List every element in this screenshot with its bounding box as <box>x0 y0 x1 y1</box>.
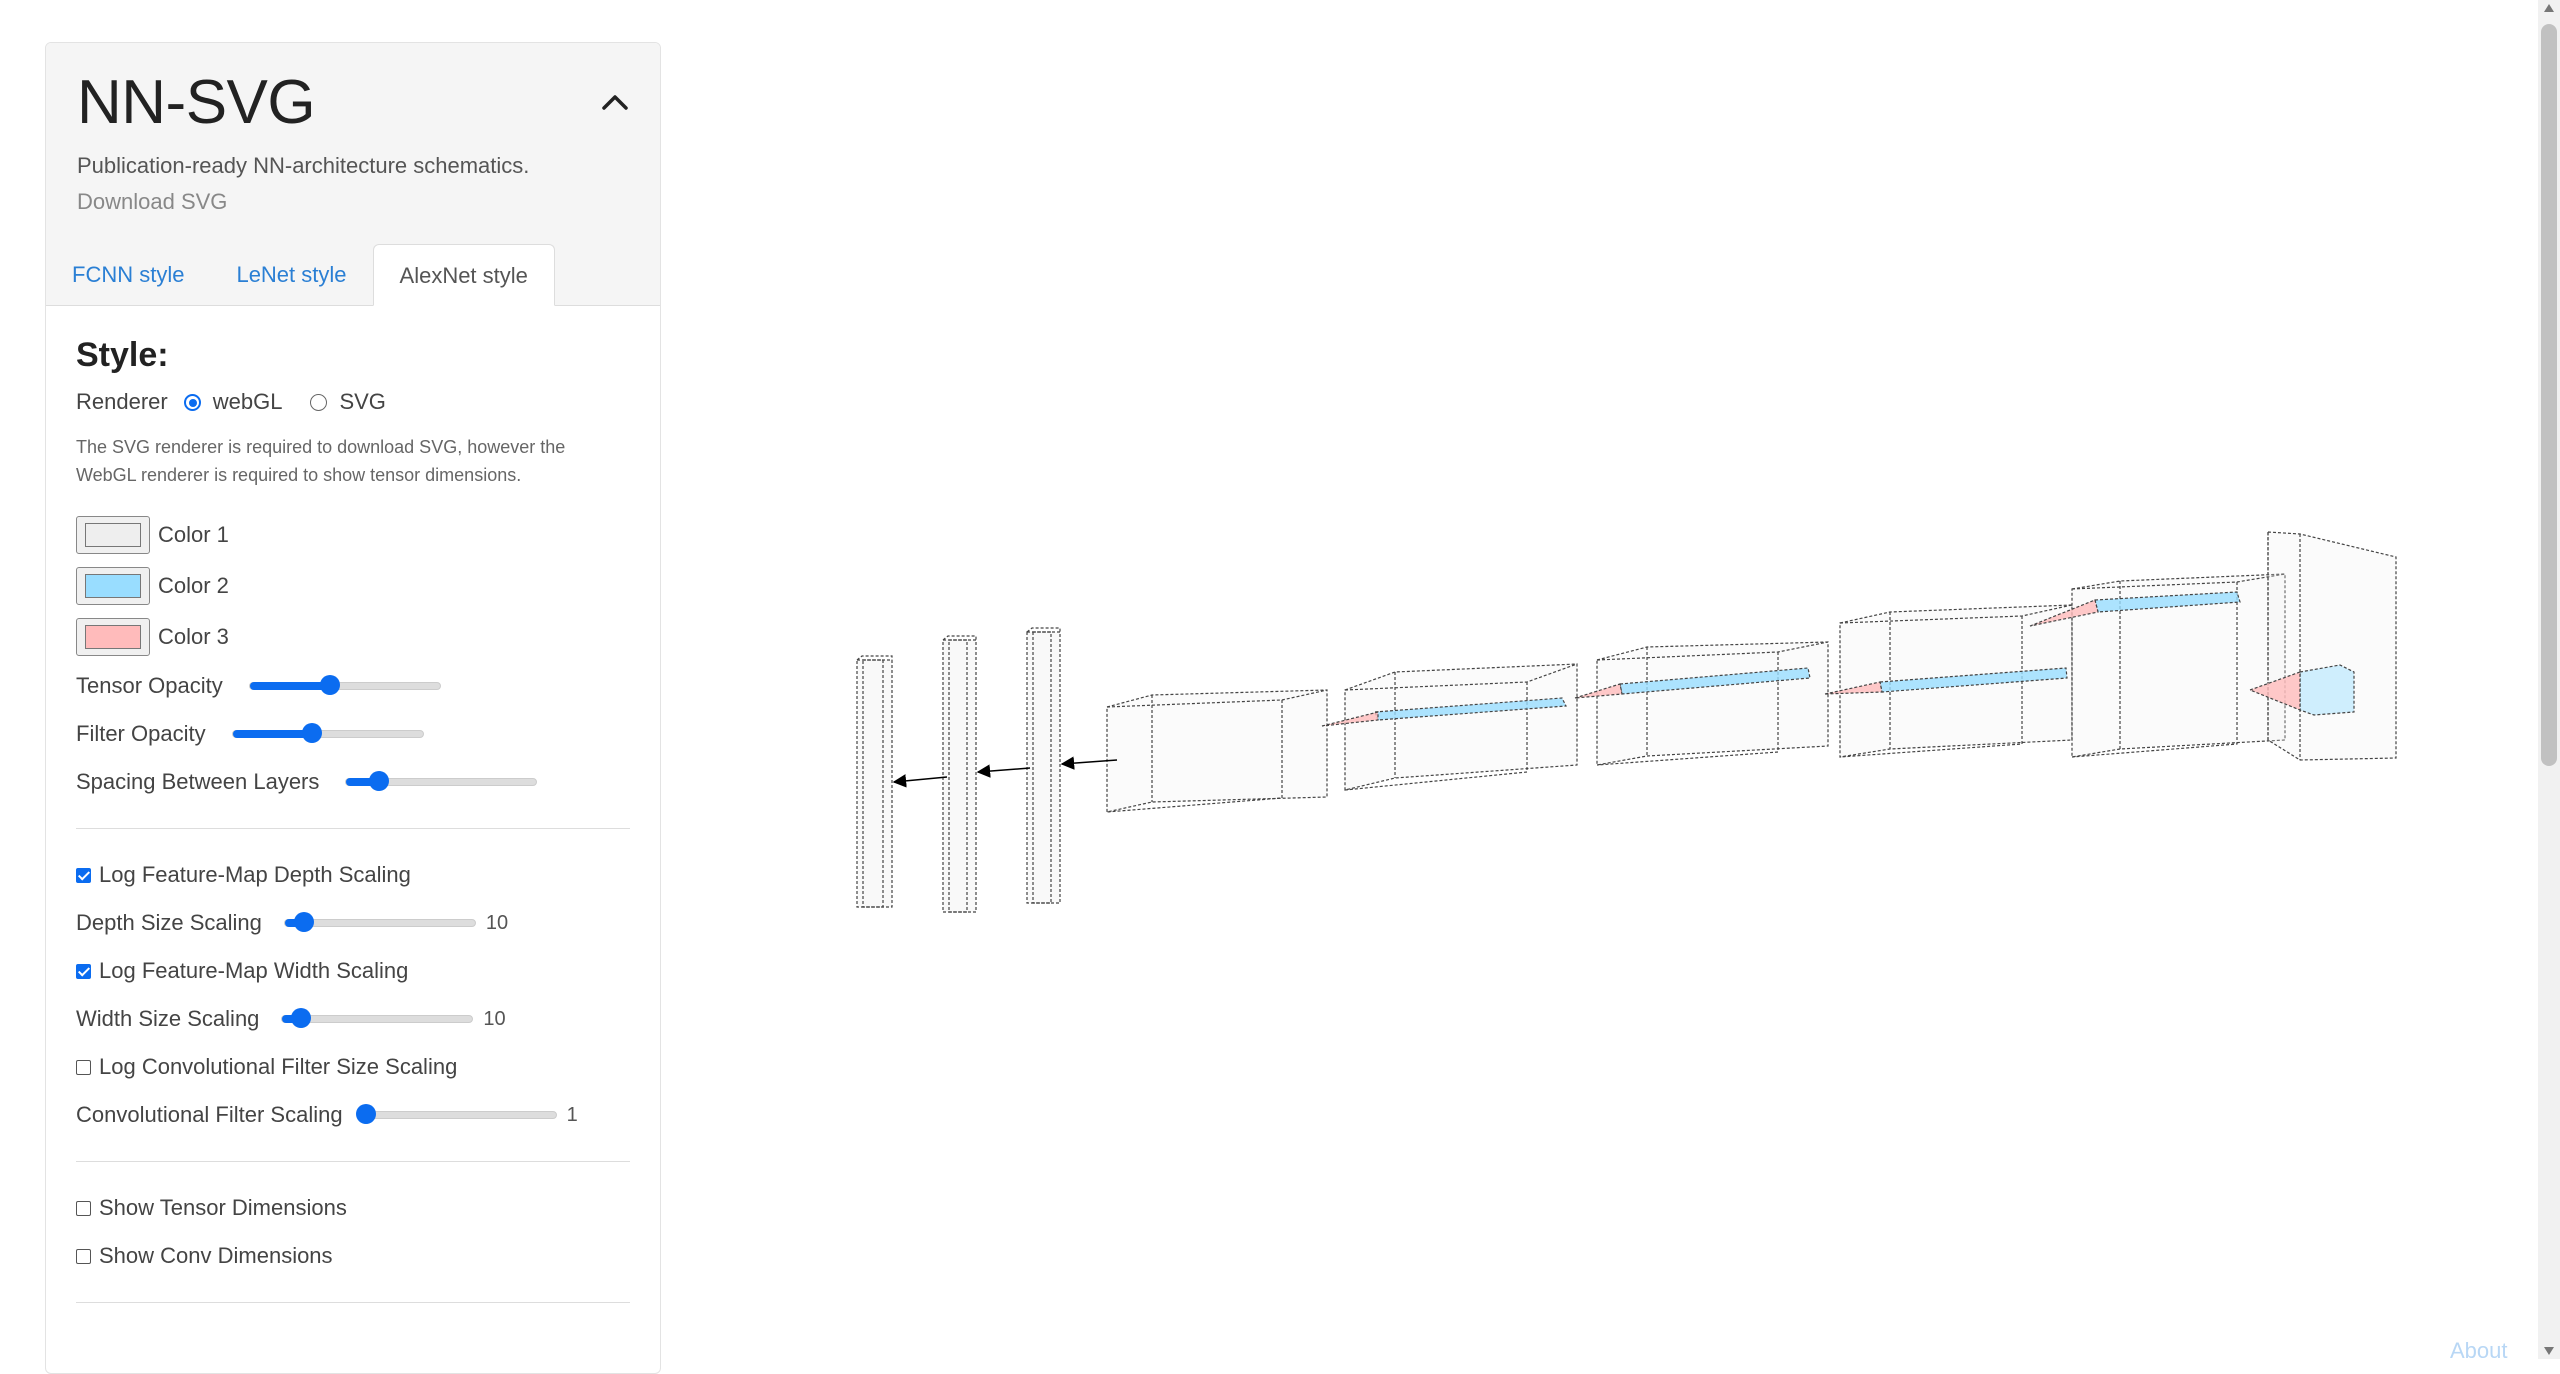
style-tabs: FCNN style LeNet style AlexNet style <box>46 244 555 306</box>
width-size-value: 10 <box>483 1007 506 1030</box>
connection-arrows <box>892 756 1118 788</box>
tensor-layers <box>856 531 2397 913</box>
filter-opacity-slider[interactable] <box>231 723 424 743</box>
depth-size-slider[interactable] <box>283 912 476 932</box>
conv-scaling-value: 1 <box>566 1103 578 1126</box>
renderer-label: Renderer <box>76 389 168 414</box>
divider <box>76 1302 630 1303</box>
tab-alexnet-style[interactable]: AlexNet style <box>372 244 555 306</box>
color-1-picker[interactable] <box>76 515 150 554</box>
conv-scaling-row: Convolutional Filter Scaling 1 <box>76 1091 630 1139</box>
depth-size-row: Depth Size Scaling 10 <box>76 899 630 947</box>
panel-body: Style: Renderer webGL SVG The SVG render… <box>46 336 660 1303</box>
log-width-row: Log Feature-Map Width Scaling <box>76 947 630 995</box>
tensor-opacity-label: Tensor Opacity <box>76 673 223 698</box>
width-size-label: Width Size Scaling <box>76 1006 260 1031</box>
network-diagram[interactable] <box>660 0 2535 1359</box>
color-3-swatch <box>85 624 141 649</box>
width-size-row: Width Size Scaling 10 <box>76 995 630 1043</box>
tensor-opacity-slider[interactable] <box>248 675 441 695</box>
color-3-row: Color 3 <box>76 611 630 662</box>
spacing-label: Spacing Between Layers <box>76 769 320 794</box>
conv-scaling-slider[interactable] <box>355 1104 557 1124</box>
scrollbar-thumb[interactable] <box>2541 24 2557 766</box>
divider <box>76 1161 630 1162</box>
conv-layer-4 <box>1824 604 2073 758</box>
dense-layer-3 <box>1026 627 1061 904</box>
conv-layer-1 <box>1106 689 1328 813</box>
radio-webgl[interactable] <box>183 393 201 411</box>
show-conv-dims-row: Show Conv Dimensions <box>76 1232 630 1280</box>
show-tensor-dims-label: Show Tensor Dimensions <box>99 1195 347 1220</box>
color-3-label: Color 3 <box>158 623 229 649</box>
tab-lenet-style[interactable]: LeNet style <box>210 244 372 306</box>
scroll-up-icon[interactable] <box>2544 4 2554 12</box>
log-conv-row: Log Convolutional Filter Size Scaling <box>76 1043 630 1091</box>
app-subtitle: Publication-ready NN-architecture schema… <box>77 153 530 178</box>
show-tensor-dims-checkbox[interactable] <box>76 1200 91 1216</box>
color-2-label: Color 2 <box>158 572 229 598</box>
log-width-label: Log Feature-Map Width Scaling <box>99 958 409 983</box>
conv-layer-6 <box>2248 531 2397 761</box>
dense-layer-2 <box>942 635 977 913</box>
color-1-swatch <box>85 522 141 547</box>
about-link[interactable]: About <box>2450 1338 2508 1364</box>
color-3-picker[interactable] <box>76 617 150 656</box>
depth-size-value: 10 <box>485 911 509 934</box>
divider <box>76 828 630 829</box>
panel-header: NN-SVG Publication-ready NN-architecture… <box>46 43 660 306</box>
conv-layer-2 <box>1321 663 1578 791</box>
radio-svg-label: SVG <box>339 389 386 414</box>
show-conv-dims-label: Show Conv Dimensions <box>99 1243 333 1268</box>
style-heading: Style: <box>76 336 169 374</box>
spacing-row: Spacing Between Layers <box>76 758 630 806</box>
filter-opacity-label: Filter Opacity <box>76 721 206 746</box>
arrow-2-to-1 <box>892 774 948 788</box>
color-2-picker[interactable] <box>76 566 150 605</box>
renderer-note: The SVG renderer is required to download… <box>76 437 566 485</box>
app-title: NN-SVG <box>77 68 316 137</box>
color-2-swatch <box>85 573 141 598</box>
control-panel: NN-SVG Publication-ready NN-architecture… <box>45 42 661 1374</box>
renderer-row: Renderer webGL SVG <box>76 389 630 415</box>
tab-fcnn-style[interactable]: FCNN style <box>46 244 210 306</box>
log-depth-checkbox[interactable] <box>76 867 91 883</box>
filter-opacity-row: Filter Opacity <box>76 710 630 758</box>
depth-size-label: Depth Size Scaling <box>76 910 262 935</box>
conv-layer-3 <box>1574 641 1829 766</box>
dense-layer-1 <box>856 655 893 908</box>
width-size-slider[interactable] <box>281 1008 474 1028</box>
page-scrollbar[interactable] <box>2538 0 2560 1359</box>
radio-svg[interactable] <box>310 393 328 411</box>
scroll-down-icon[interactable] <box>2544 1347 2554 1355</box>
color-1-row: Color 1 <box>76 509 630 560</box>
color-2-row: Color 2 <box>76 560 630 611</box>
show-conv-dims-checkbox[interactable] <box>76 1248 91 1264</box>
download-svg-link[interactable]: Download SVG <box>77 189 227 215</box>
log-conv-label: Log Convolutional Filter Size Scaling <box>99 1054 458 1079</box>
chevron-up-icon[interactable] <box>596 83 634 121</box>
log-width-checkbox[interactable] <box>76 963 91 979</box>
color-1-label: Color 1 <box>158 521 229 547</box>
log-depth-label: Log Feature-Map Depth Scaling <box>99 862 411 887</box>
conv-scaling-label: Convolutional Filter Scaling <box>76 1102 343 1127</box>
arrow-3-to-2 <box>976 764 1031 778</box>
tensor-opacity-row: Tensor Opacity <box>76 662 630 710</box>
log-conv-checkbox[interactable] <box>76 1059 91 1075</box>
show-tensor-dims-row: Show Tensor Dimensions <box>76 1184 630 1232</box>
radio-webgl-label: webGL <box>212 389 283 414</box>
spacing-slider[interactable] <box>345 771 538 791</box>
log-depth-row: Log Feature-Map Depth Scaling <box>76 851 630 899</box>
